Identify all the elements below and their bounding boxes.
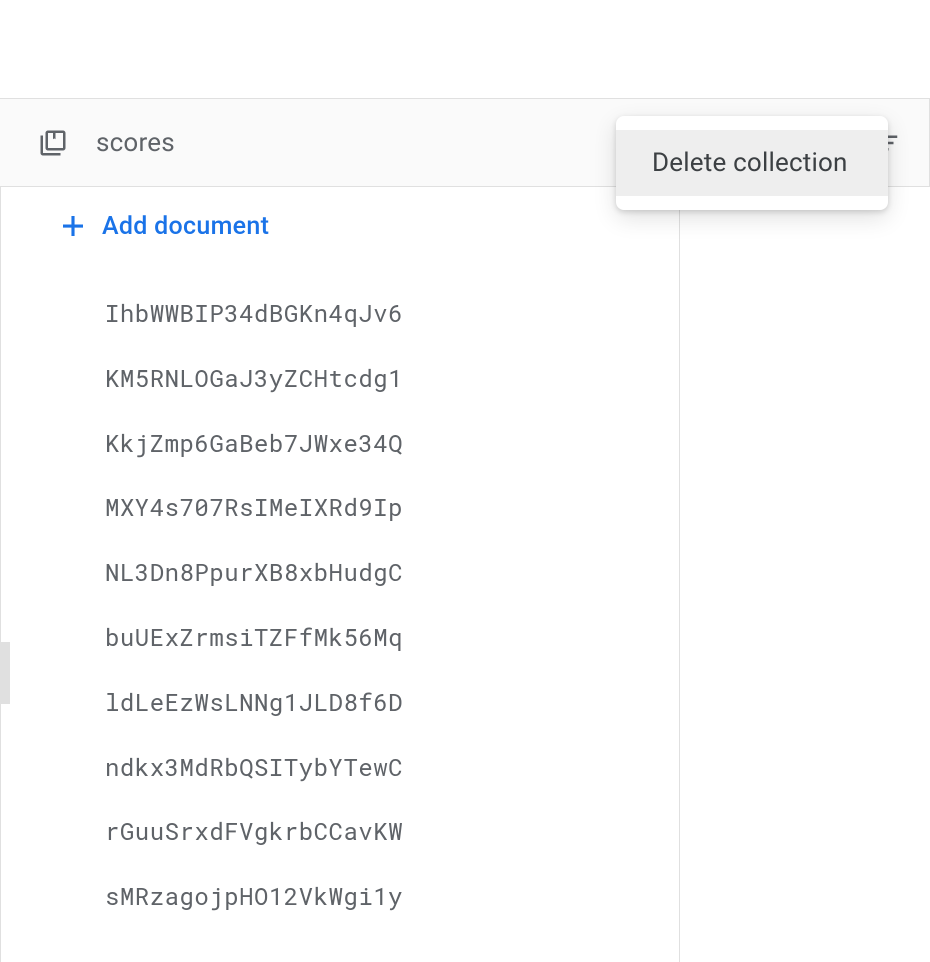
document-panel: Add document IhbWWBIP34dBGKn4qJv6KM5RNLO…	[10, 187, 680, 962]
document-item[interactable]: KM5RNLOGaJ3yZCHtcdg1	[10, 346, 679, 411]
add-document-button[interactable]: Add document	[10, 187, 679, 265]
document-item[interactable]: sMRzagojpHO12VkWgi1y	[10, 864, 679, 929]
document-item[interactable]: rGuuSrxdFVgkrbCCavKW	[10, 799, 679, 864]
plus-icon	[58, 211, 88, 241]
content-area: Add document IhbWWBIP34dBGKn4qJv6KM5RNLO…	[0, 187, 930, 962]
top-spacer	[0, 0, 930, 98]
document-item[interactable]: NL3Dn8PpurXB8xbHudgC	[10, 540, 679, 605]
context-menu: Delete collection	[616, 116, 888, 210]
collection-icon	[38, 128, 68, 158]
left-strip	[0, 187, 10, 962]
delete-collection-menu-item[interactable]: Delete collection	[616, 130, 888, 196]
document-item[interactable]: KkjZmp6GaBeb7JWxe34Q	[10, 411, 679, 476]
document-item[interactable]: MXY4s707RsIMeIXRd9Ip	[10, 475, 679, 540]
document-item[interactable]: ldLeEzWsLNNg1JLD8f6D	[10, 670, 679, 735]
document-item[interactable]: ndkx3MdRbQSITybYTewC	[10, 735, 679, 800]
document-list: IhbWWBIP34dBGKn4qJv6KM5RNLOGaJ3yZCHtcdg1…	[10, 265, 679, 929]
document-item[interactable]: buUExZrmsiTZFfMk56Mq	[10, 605, 679, 670]
add-document-label: Add document	[102, 212, 269, 241]
document-item[interactable]: IhbWWBIP34dBGKn4qJv6	[10, 281, 679, 346]
right-panel	[680, 187, 930, 962]
